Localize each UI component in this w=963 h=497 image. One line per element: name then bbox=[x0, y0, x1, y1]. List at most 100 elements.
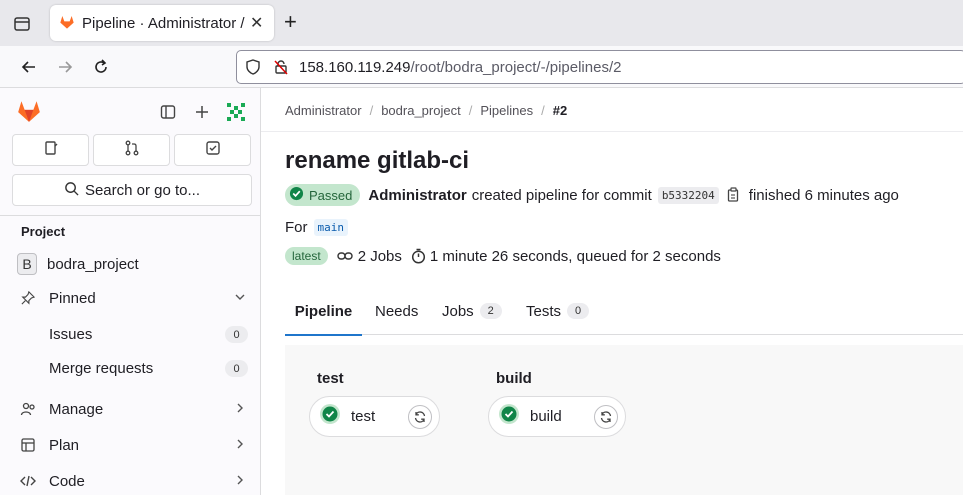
chevron-right-icon bbox=[234, 401, 246, 418]
timer-icon bbox=[411, 248, 426, 264]
sidebar-item-label: Issues bbox=[49, 325, 93, 343]
forward-arrow-icon[interactable] bbox=[53, 55, 77, 79]
search-button[interactable]: Search or go to... bbox=[12, 174, 252, 206]
page-title: rename gitlab-ci bbox=[285, 147, 470, 174]
author-link[interactable]: Administrator bbox=[368, 187, 466, 204]
browser-tab[interactable]: Pipeline · Administrator / bodra_project… bbox=[50, 5, 274, 41]
retry-icon[interactable] bbox=[408, 404, 432, 429]
project-avatar: B bbox=[17, 253, 37, 275]
tab-list-icon[interactable] bbox=[8, 10, 36, 38]
insecure-lock-icon[interactable] bbox=[273, 59, 289, 80]
for-label: For bbox=[285, 219, 308, 236]
success-status-icon bbox=[319, 403, 341, 430]
issues-shortcut-button[interactable] bbox=[12, 134, 89, 166]
merge-requests-count-badge: 0 bbox=[225, 360, 248, 377]
sidebar-item-issues[interactable]: Issues 0 bbox=[12, 318, 252, 350]
todo-shortcut-button[interactable] bbox=[174, 134, 251, 166]
sidebar-item-label: Manage bbox=[49, 400, 104, 418]
sidebar: Search or go to... Project B bodra_proje… bbox=[0, 88, 261, 495]
reload-icon[interactable] bbox=[89, 55, 113, 79]
code-icon bbox=[18, 473, 38, 489]
job-test[interactable]: test bbox=[309, 396, 440, 437]
duration-text: 1 minute 26 seconds, queued for 2 second… bbox=[429, 247, 721, 265]
sidebar-item-plan[interactable]: Plan bbox=[12, 429, 252, 461]
sidebar-item-label: Plan bbox=[49, 436, 80, 454]
merge-request-icon bbox=[124, 140, 140, 161]
sidebar-item-label: Code bbox=[49, 472, 85, 490]
latest-badge: latest bbox=[285, 247, 328, 265]
status-badge[interactable]: Passed bbox=[285, 184, 361, 206]
finished-text: finished 6 minutes ago bbox=[748, 186, 899, 204]
ref-row: For main bbox=[285, 219, 348, 236]
gitlab-favicon-icon bbox=[59, 14, 75, 35]
tests-count-badge: 0 bbox=[567, 303, 590, 319]
sidebar-divider bbox=[0, 215, 260, 216]
url-text: 158.160.119.249/root/bodra_project/-/pip… bbox=[299, 59, 622, 76]
user-avatar-icon[interactable] bbox=[224, 100, 248, 124]
tab-label: Pipeline bbox=[294, 302, 353, 320]
tab-label: Jobs bbox=[442, 302, 474, 320]
sidebar-item-merge-requests[interactable]: Merge requests 0 bbox=[12, 352, 252, 384]
pipeline-graph: test test build build bbox=[285, 345, 963, 495]
tab-pipeline[interactable]: Pipeline bbox=[285, 287, 362, 336]
breadcrumb-item-administrator[interactable]: Administrator bbox=[285, 103, 362, 118]
chevron-right-icon bbox=[234, 437, 246, 454]
browser-tab-bar: Pipeline · Administrator / bodra_project… bbox=[0, 0, 963, 46]
search-icon bbox=[64, 181, 79, 200]
plan-icon bbox=[18, 437, 38, 453]
active-tab-indicator bbox=[285, 334, 362, 336]
sidebar-item-project[interactable]: B bodra_project bbox=[12, 248, 252, 280]
breadcrumb-item-pipelines[interactable]: Pipelines bbox=[480, 103, 533, 118]
job-name: build bbox=[530, 408, 562, 425]
chevron-right-icon bbox=[234, 473, 246, 490]
create-new-icon[interactable] bbox=[190, 100, 214, 124]
tab-jobs[interactable]: Jobs 2 bbox=[442, 287, 502, 335]
copy-icon[interactable] bbox=[727, 187, 741, 203]
tab-label: Tests bbox=[526, 302, 562, 320]
pipeline-tabs: Pipeline Needs Jobs 2 Tests 0 bbox=[285, 287, 963, 336]
stage-title-test: test bbox=[317, 370, 344, 387]
sidebar-item-pinned[interactable]: Pinned bbox=[12, 282, 252, 314]
manage-icon bbox=[18, 401, 38, 417]
back-arrow-icon[interactable] bbox=[17, 55, 41, 79]
job-name: test bbox=[351, 408, 376, 425]
success-status-icon bbox=[498, 403, 520, 430]
sidebar-item-label: Merge requests bbox=[49, 359, 154, 377]
branch-link[interactable]: main bbox=[313, 219, 348, 236]
created-text: created pipeline for commit bbox=[471, 186, 652, 204]
retry-icon[interactable] bbox=[594, 404, 618, 429]
stage-title-build: build bbox=[496, 370, 532, 387]
close-tab-icon[interactable]: ✕ bbox=[250, 13, 263, 33]
commit-sha-link[interactable]: b5332204 bbox=[657, 186, 719, 204]
jobs-count-badge: 2 bbox=[479, 303, 502, 319]
issues-count-badge: 0 bbox=[225, 326, 248, 343]
sidebar-item-label: bodra_project bbox=[47, 255, 139, 273]
tab-needs[interactable]: Needs bbox=[375, 287, 418, 335]
tab-label: Needs bbox=[375, 302, 419, 320]
browser-tab-title: Pipeline · Administrator / bodra_project… bbox=[82, 15, 246, 32]
breadcrumb-item-project[interactable]: bodra_project bbox=[381, 103, 461, 118]
sidebar-item-manage[interactable]: Manage bbox=[12, 393, 252, 425]
todo-icon bbox=[205, 140, 221, 161]
tab-tests[interactable]: Tests 0 bbox=[526, 287, 590, 335]
search-label: Search or go to... bbox=[84, 181, 201, 199]
breadcrumb-item-current[interactable]: #2 bbox=[553, 103, 567, 118]
sidebar-item-code[interactable]: Code bbox=[12, 465, 252, 497]
pipeline-meta: Passed Administrator created pipeline fo… bbox=[285, 184, 899, 206]
pipeline-info-row: latest 2 Jobs 1 minute 26 seconds, queue… bbox=[285, 247, 721, 265]
sidebar-section-heading: Project bbox=[21, 224, 66, 239]
breadcrumb-divider bbox=[261, 131, 963, 132]
merge-requests-shortcut-button[interactable] bbox=[93, 134, 170, 166]
sidebar-item-label: Pinned bbox=[49, 289, 96, 307]
jobs-count-text: 2 Jobs bbox=[357, 247, 402, 265]
gitlab-logo-icon[interactable] bbox=[16, 98, 42, 129]
status-badge-label: Passed bbox=[309, 187, 353, 203]
chevron-down-icon bbox=[234, 290, 246, 307]
toggle-sidebar-icon[interactable] bbox=[156, 100, 180, 124]
address-bar[interactable]: 158.160.119.249/root/bodra_project/-/pip… bbox=[236, 50, 963, 84]
check-circle-icon bbox=[289, 186, 304, 204]
job-build[interactable]: build bbox=[488, 396, 626, 437]
new-tab-button[interactable]: + bbox=[284, 9, 297, 35]
breadcrumb: Administrator / bodra_project / Pipelines / #2 bbox=[285, 103, 568, 118]
shield-icon[interactable] bbox=[245, 59, 261, 80]
